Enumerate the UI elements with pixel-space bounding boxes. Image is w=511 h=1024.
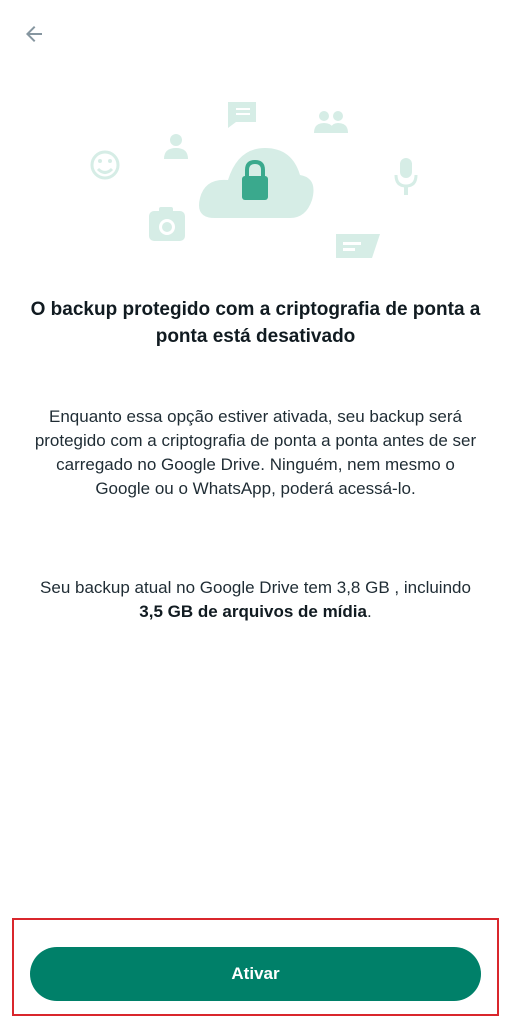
person-icon: [164, 134, 188, 159]
message-icon: [336, 234, 380, 258]
group-icon: [314, 111, 348, 133]
backup-size-info: Seu backup atual no Google Drive tem 3,8…: [30, 576, 481, 624]
camera-icon: [149, 207, 185, 241]
backup-size-suffix: .: [366, 602, 372, 621]
arrow-back-icon: [26, 26, 42, 42]
chat-bubble-icon: [228, 102, 256, 128]
backup-illustration: [90, 102, 418, 258]
microphone-icon: [394, 158, 418, 195]
activate-button[interactable]: Ativar: [30, 947, 481, 1001]
back-button[interactable]: [14, 14, 54, 54]
backup-size-prefix: Seu backup atual no Google Drive tem 3,8…: [40, 578, 471, 597]
backup-media-size: 3,5 GB de arquivos de mídia: [139, 602, 367, 621]
description-text: Enquanto essa opção estiver ativada, seu…: [34, 407, 477, 498]
page-title: O backup protegido com a criptografia de…: [30, 299, 481, 347]
smiley-icon: [90, 150, 120, 180]
